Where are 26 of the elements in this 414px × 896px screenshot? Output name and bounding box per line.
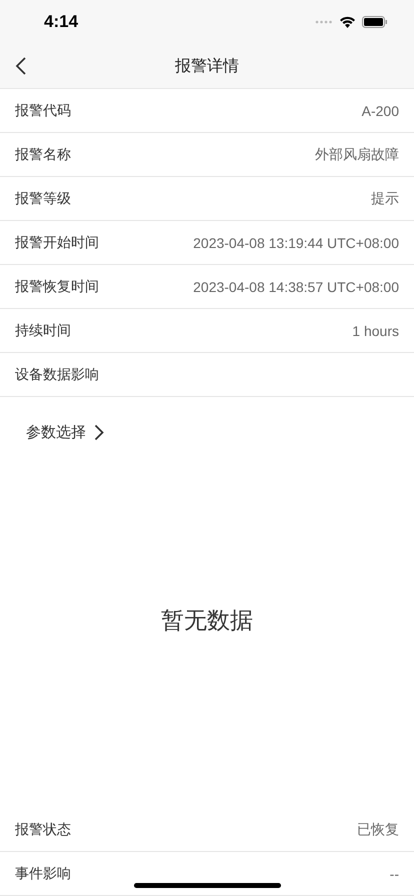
field-value: -- <box>390 866 399 882</box>
field-label: 报警等级 <box>15 190 71 208</box>
field-value: 已恢复 <box>357 820 399 838</box>
field-label: 报警代码 <box>15 102 71 120</box>
field-label: 报警名称 <box>15 146 71 164</box>
field-label: 事件影响 <box>15 864 71 882</box>
field-value: 外部风扇故障 <box>315 146 399 164</box>
wifi-icon <box>339 16 356 28</box>
field-value: A-200 <box>362 102 399 118</box>
field-label: 设备数据影响 <box>15 366 99 384</box>
chevron-icon <box>94 424 104 441</box>
field-value: 2023-04-08 14:38:57 UTC+08:00 <box>193 278 399 294</box>
field-value: 提示 <box>371 190 399 208</box>
back-icon[interactable] <box>15 56 27 76</box>
status-time: 4:14 <box>44 12 78 32</box>
field-label: 报警开始时间 <box>15 234 99 252</box>
field-value: 2023-04-08 13:19:44 UTC+08:00 <box>193 234 399 250</box>
signal-icon <box>315 20 333 24</box>
field-value: 1 hours <box>352 322 399 338</box>
field-label: 持续时间 <box>15 322 71 340</box>
param-select[interactable]: 参数选择 <box>26 423 104 442</box>
field-label: 报警恢复时间 <box>15 278 99 296</box>
field-label: 报警状态 <box>15 820 71 838</box>
page-title: 报警详情 <box>175 56 239 76</box>
empty-message: 暂无数据 <box>161 606 253 636</box>
battery-icon <box>362 16 388 28</box>
